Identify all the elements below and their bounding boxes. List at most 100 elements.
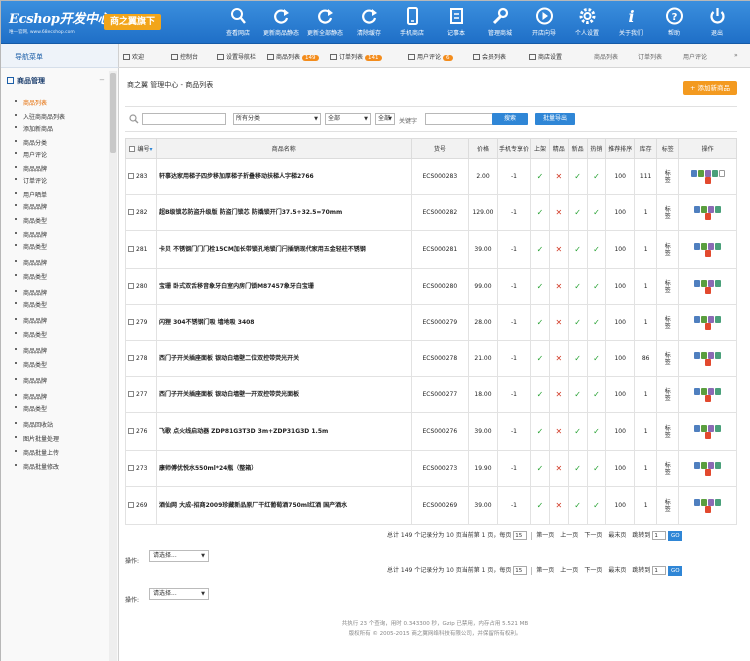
goods-sn[interactable]: ECS000273 [410, 450, 470, 487]
quick-tab-5[interactable]: 用户评论 6 [408, 52, 453, 61]
edit-icon[interactable] [701, 315, 708, 323]
check-icon[interactable]: ✓ [593, 354, 600, 363]
check-icon[interactable]: ✓ [574, 501, 581, 510]
row-checkbox[interactable] [128, 319, 134, 325]
copy-icon[interactable] [704, 169, 711, 177]
tag-link[interactable]: 标签 [664, 499, 671, 513]
toolbar-button-2[interactable]: 更新全部静态 [303, 7, 347, 37]
row-checkbox[interactable] [128, 209, 134, 215]
goods-sn[interactable]: ECS000282 [410, 194, 470, 231]
sidebar-item-15[interactable]: 商品类型 [14, 300, 47, 309]
row-checkbox[interactable] [128, 355, 134, 361]
tag-link[interactable]: 标签 [664, 280, 671, 294]
goods-price[interactable]: 19.90 [468, 450, 498, 487]
quick-tab-3[interactable]: 商品列表 149 [267, 52, 319, 61]
add-goods-button[interactable]: + 添加新商品 [683, 81, 737, 95]
cross-icon[interactable]: ✕ [555, 172, 562, 181]
first-page-link[interactable]: 第一页 [536, 532, 554, 539]
sidebar-item-22[interactable]: 商品类型 [14, 404, 47, 413]
goods-sn[interactable]: ECS000279 [410, 304, 470, 341]
check-icon[interactable]: ✓ [574, 427, 581, 436]
trash-icon[interactable] [704, 212, 711, 220]
search-button[interactable]: 搜索 [492, 113, 528, 125]
goods-sn[interactable]: ECS000283 [410, 158, 470, 195]
open-tab-2[interactable]: 用户评论 [683, 52, 707, 61]
trash-icon[interactable] [704, 358, 711, 366]
goods-sort-order[interactable]: 100 [605, 268, 636, 305]
table-row[interactable]: 269 酒仙网 大成-招商2009珍藏新品原厂干红葡萄酒750ml红酒 国产酒水 E… [125, 486, 737, 525]
prev-page-link[interactable]: 上一页 [560, 532, 578, 539]
tag-link[interactable]: 标签 [664, 243, 671, 257]
last-page-link[interactable]: 最末页 [608, 567, 626, 574]
copy-icon[interactable] [708, 279, 715, 287]
search-text-input[interactable] [142, 113, 226, 125]
copy-icon[interactable] [708, 351, 715, 359]
brand-select[interactable]: 全部 ▼ [325, 113, 371, 125]
edit-icon[interactable] [701, 351, 708, 359]
row-checkbox[interactable] [128, 173, 134, 179]
recycle-icon[interactable] [711, 169, 718, 177]
sidebar-item-11[interactable]: 商品类型 [14, 242, 47, 251]
sidebar-item-21[interactable]: 商品品牌 [14, 392, 47, 401]
goods-mobile-price[interactable]: -1 [496, 376, 532, 413]
check-icon[interactable]: ✓ [537, 282, 544, 291]
goods-name[interactable]: 超B级锁芯防盗升级版 防盗门锁芯 防撬锁开门37.5+32.5=70mm [155, 194, 412, 231]
batch-select[interactable]: 请选择... ▼ [149, 550, 209, 562]
toolbar-button-9[interactable]: i 关于我们 [609, 7, 653, 37]
goods-stock[interactable]: 1 [634, 230, 658, 269]
check-icon[interactable]: ✓ [574, 318, 581, 327]
goods-mobile-price[interactable]: -1 [496, 412, 532, 451]
select-all-checkbox[interactable] [129, 146, 136, 152]
goods-mobile-price[interactable]: -1 [496, 450, 532, 487]
goods-sort-order[interactable]: 100 [605, 340, 636, 377]
tag-link[interactable]: 标签 [664, 316, 671, 330]
batch-select-2[interactable]: 请选择... ▼ [149, 588, 209, 600]
cross-icon[interactable]: ✕ [555, 390, 562, 399]
goods-sn[interactable]: ECS000280 [410, 268, 470, 305]
toolbar-button-0[interactable]: 查看网店 [216, 7, 260, 37]
recycle-icon[interactable] [715, 351, 722, 359]
sidebar-item-25[interactable]: 商品批量上传 [14, 448, 59, 457]
toolbar-button-11[interactable]: 退出 [695, 7, 739, 37]
quick-tab-2[interactable]: 设置导航栏 [217, 52, 256, 61]
goods-mobile-price[interactable]: -1 [496, 158, 532, 195]
check-icon[interactable]: ✓ [593, 318, 600, 327]
goods-sort-order[interactable]: 100 [605, 158, 636, 195]
quick-tab-0[interactable]: 欢迎 [123, 52, 144, 61]
edit-icon[interactable] [701, 387, 708, 395]
edit-icon[interactable] [701, 279, 708, 287]
goods-name[interactable]: 飞歌 点火线启动器 ZDP81G3T3D 3m+ZDP31G3D 1.5m [155, 412, 412, 451]
cross-icon[interactable]: ✕ [555, 427, 562, 436]
goods-price[interactable]: 2.00 [468, 158, 498, 195]
trash-icon[interactable] [704, 286, 711, 294]
goods-sn[interactable]: ECS000269 [410, 486, 470, 525]
table-row[interactable]: 273 康师傅优悦水550ml*24瓶（整箱） ECS000273 19.90 -1 ✓ ✕… [125, 450, 737, 487]
sidebar-item-7[interactable]: 用户晒单 [14, 190, 47, 199]
table-row[interactable]: 276 飞歌 点火线启动器 ZDP81G3T3D 3m+ZDP31G3D 1.5m… [125, 412, 737, 451]
recycle-icon[interactable] [715, 242, 722, 250]
row-checkbox[interactable] [128, 391, 134, 397]
next-page-link[interactable]: 下一页 [584, 532, 602, 539]
recycle-icon[interactable] [715, 461, 722, 469]
check-icon[interactable]: ✓ [574, 464, 581, 473]
sidebar-section-goods[interactable]: 商品管理 − [7, 76, 107, 86]
view-icon[interactable] [694, 242, 701, 250]
sidebar-item-2[interactable]: 添加新商品 [14, 124, 53, 133]
cross-icon[interactable]: ✕ [555, 464, 562, 473]
tag-link[interactable]: 标签 [664, 170, 671, 184]
copy-icon[interactable] [708, 242, 715, 250]
recycle-icon[interactable] [715, 498, 722, 506]
copy-icon[interactable] [708, 205, 715, 213]
cross-icon[interactable]: ✕ [555, 245, 562, 254]
toolbar-button-7[interactable]: 开店向导 [522, 7, 566, 37]
edit-icon[interactable] [701, 461, 708, 469]
column-header-0[interactable]: 编号▾ [125, 138, 157, 159]
copy-icon[interactable] [708, 315, 715, 323]
row-checkbox[interactable] [128, 246, 134, 252]
cross-icon[interactable]: ✕ [555, 501, 562, 510]
copy-icon[interactable] [708, 424, 715, 432]
goods-mobile-price[interactable]: -1 [496, 340, 532, 377]
goods-name[interactable]: 卡贝 不锈钢门门门栓15CM加长带锁孔地锁门闩插销现代家用五金轻柱不锈钢 [155, 230, 412, 269]
prev-page-link[interactable]: 上一页 [560, 567, 578, 574]
copy-icon[interactable] [708, 461, 715, 469]
